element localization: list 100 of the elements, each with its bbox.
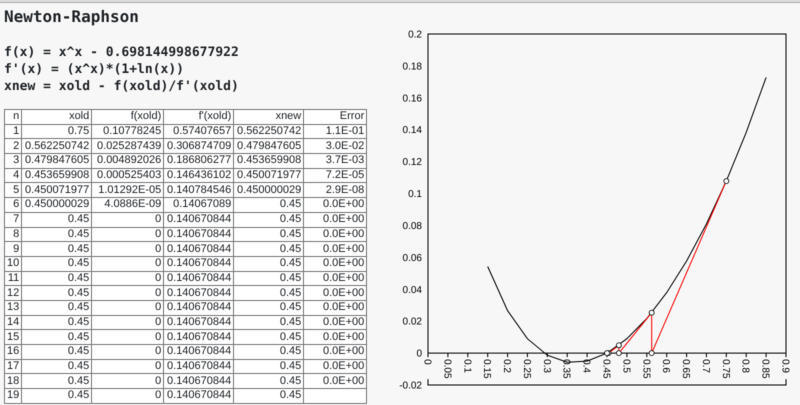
table-cell: 9 [4, 242, 22, 256]
table-cell: 0 [92, 286, 164, 300]
axis-label: 0.1 [461, 359, 472, 373]
table-cell: 0.45 [234, 330, 304, 344]
table-cell: 0.45 [22, 271, 92, 286]
table-cell: 0.004892026 [92, 154, 164, 168]
formula-text: f'(x) = (x^x)*(1+ln(x)) [4, 61, 186, 78]
table-cell: 4.0886E-09 [92, 198, 164, 212]
table-cell: 0.140670844 [164, 344, 234, 360]
table-cell: 0.453659908 [234, 154, 304, 168]
table-cell: 0.140670844 [164, 300, 234, 316]
table-cell: 0.479847605 [22, 154, 92, 168]
axis-label: 0.14 [402, 125, 422, 136]
axis-label: 0.04 [402, 284, 422, 296]
table-cell: 0.45 [22, 300, 92, 316]
table-cell: 0.000525403 [92, 168, 164, 183]
table-cell: 0.0E+00 [304, 374, 367, 389]
table-cell: 0.0E+00 [304, 330, 367, 344]
table-cell: 7.2E-05 [304, 168, 367, 183]
axis-label: 0 [416, 348, 422, 360]
table-cell: 0.0E+00 [304, 256, 367, 272]
table-cell: 0.450071977 [234, 168, 304, 183]
table-cell: 0.140670844 [164, 242, 234, 256]
table-cell: 0.479847605 [234, 138, 304, 154]
axis-label: 0.2 [501, 359, 512, 373]
table-cell: 0.186806277 [164, 154, 234, 168]
table-cell: 0.45 [234, 271, 304, 286]
table-cell: 0.45 [234, 198, 304, 212]
table-cell: 0 [92, 256, 164, 272]
table-cell: 0.10778245 [92, 124, 164, 139]
table-cell: 14 [4, 315, 22, 330]
table-cell: 0.140670844 [164, 212, 234, 227]
table-cell: 19 [4, 388, 22, 404]
table-cell: 3.7E-03 [304, 154, 367, 168]
table-cell: 0.140670844 [164, 330, 234, 344]
axis-label: 0.6 [660, 359, 672, 373]
table-cell: 0.45 [234, 286, 304, 300]
table-cell: 12 [4, 286, 22, 300]
axis-label: -0.02 [399, 380, 422, 392]
axis-label: 0.16 [402, 93, 422, 104]
table-cell: 0.45 [234, 256, 304, 272]
table-cell: 0.0E+00 [304, 212, 367, 227]
table-cell: 0.140670844 [164, 286, 234, 300]
table-cell: 0.45 [234, 242, 304, 256]
axis-label: 0.8 [740, 359, 751, 373]
table-cell: 0.140670844 [164, 374, 234, 389]
axis-label: 0.08 [402, 220, 422, 232]
table-cell: 0.45 [234, 300, 304, 316]
axis-label: 0.5 [620, 359, 632, 373]
table-cell: 1.1E-01 [304, 124, 367, 139]
table-cell: 0.140670844 [164, 359, 234, 374]
table-cell: 0.45 [234, 212, 304, 227]
table-cell: 0.562250742 [22, 138, 92, 154]
table-cell: 6 [4, 198, 22, 212]
axis-label: 0 [422, 359, 432, 365]
table-cell: 0.146436102 [164, 168, 234, 183]
table-cell: 2.9E-08 [304, 182, 367, 198]
table-cell: 15 [4, 330, 22, 344]
column-header: n [4, 110, 22, 124]
table-cell: 0.57407657 [164, 124, 234, 139]
table-cell: 0.450071977 [22, 182, 92, 198]
table-cell: 0.45 [22, 242, 92, 256]
sheet-title: Newton-Raphson [4, 7, 140, 27]
table-cell: 13 [4, 300, 22, 316]
axis-label: 0.05 [441, 359, 452, 379]
table-cell: 3 [4, 154, 22, 168]
table-cell: 0 [92, 344, 164, 360]
table-cell: 0.450000029 [22, 198, 92, 212]
table-cell: 0 [92, 315, 164, 330]
table-cell: 0.140670844 [164, 256, 234, 272]
column-header: Error [304, 110, 367, 124]
table-cell: 0.0E+00 [304, 242, 367, 256]
axis-label: 0.06 [402, 252, 422, 264]
table-cell: 0.140670844 [164, 271, 234, 286]
table-cell: 3.0E-02 [304, 138, 367, 154]
table-cell: 0 [92, 212, 164, 227]
table-cell: 0 [92, 227, 164, 242]
axis-label: 0.55 [640, 359, 652, 379]
table-cell: 0.45 [22, 315, 92, 330]
table-cell: 5 [4, 182, 22, 198]
table-cell: 0.306874709 [164, 138, 234, 154]
axis-label: 0.4 [580, 359, 592, 373]
table-cell: 0.0E+00 [304, 271, 367, 286]
table-cell: 0.0E+00 [304, 286, 367, 300]
table-cell: 0.45 [22, 359, 92, 374]
table-cell: 0.140670844 [164, 388, 234, 404]
table-cell: 0.45 [22, 227, 92, 242]
axis-label: 0.35 [560, 359, 572, 379]
table-cell: 0.45 [234, 344, 304, 360]
axis-label: 0.15 [481, 359, 492, 379]
table-cell: 11 [4, 271, 22, 286]
table-cell: 0.0E+00 [304, 300, 367, 316]
column-header: f'(xold) [164, 110, 234, 124]
table-cell: 0.45 [22, 388, 92, 404]
table-cell: 0.0E+00 [304, 359, 367, 374]
axis-label: 0.85 [760, 359, 771, 379]
table-cell: 0.0E+00 [304, 227, 367, 242]
column-header: f(xold) [92, 110, 164, 124]
table-cell: 0.025287439 [92, 138, 164, 154]
table-cell: 4 [4, 168, 22, 183]
